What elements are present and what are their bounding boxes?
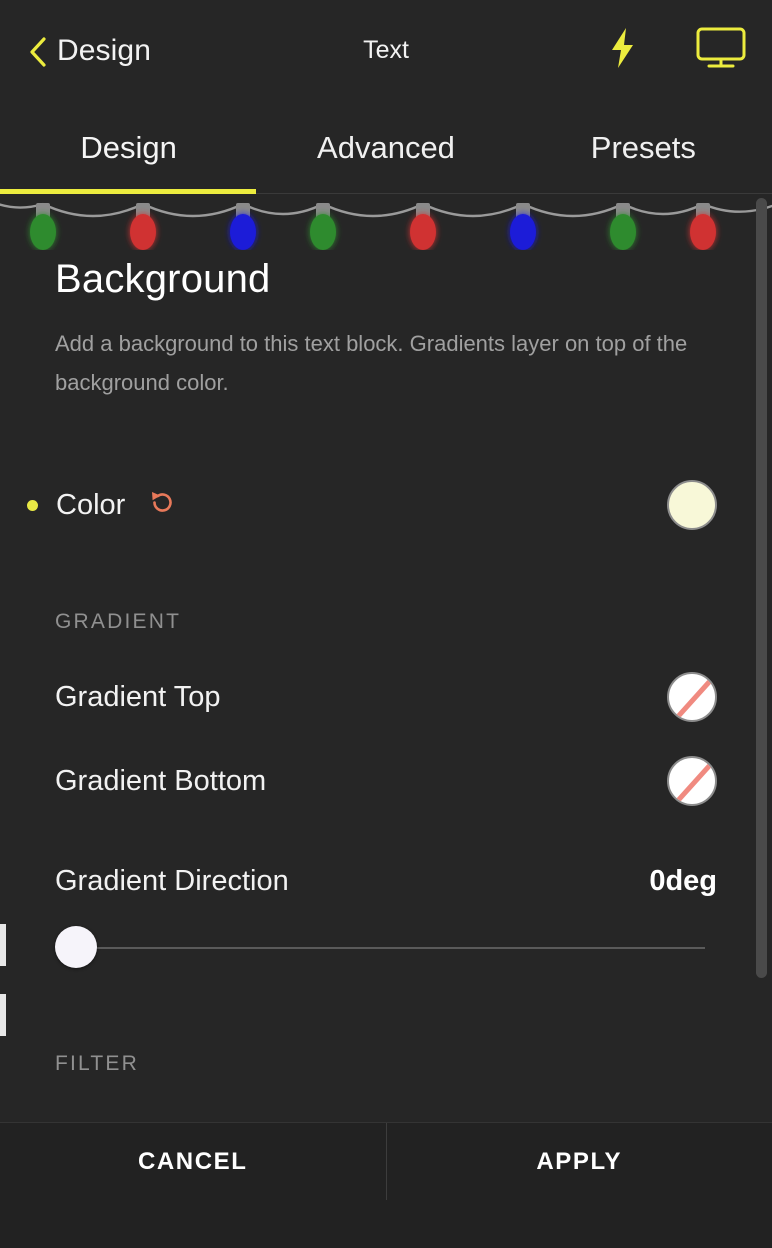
gradient-group-label: GRADIENT (55, 610, 182, 634)
color-row-label: Color (56, 488, 126, 521)
top-navigation-bar: Design Text (0, 0, 772, 101)
filter-group-label: FILTER (55, 1052, 139, 1076)
gradient-bottom-swatch[interactable] (667, 756, 717, 807)
slider-track (71, 947, 705, 950)
tab-design[interactable]: Design (0, 132, 257, 163)
apply-button[interactable]: APPLY (386, 1123, 772, 1200)
footer-action-bar: CANCEL APPLY (0, 1122, 772, 1200)
back-button-label: Design (57, 33, 151, 67)
gradient-top-row[interactable]: Gradient Top (55, 666, 717, 728)
gradient-bottom-label: Gradient Bottom (55, 764, 267, 797)
nav-actions (606, 26, 746, 75)
page-section-description: Add a background to this text block. Gra… (55, 331, 688, 396)
gradient-direction-value: 0deg (649, 864, 717, 897)
back-button[interactable]: Design (28, 34, 151, 68)
tab-presets[interactable]: Presets (515, 132, 772, 163)
lightning-bolt-icon[interactable] (606, 26, 640, 75)
slider-thumb[interactable] (55, 926, 97, 969)
edge-artifact-bottom (0, 994, 6, 1036)
modified-indicator-dot (27, 499, 38, 511)
tab-bar: Design Advanced Presets (0, 101, 772, 194)
app-screen: Design Text Design Advanced Presets Back… (0, 0, 772, 1248)
gradient-top-label: Gradient Top (55, 680, 221, 713)
gradient-top-swatch[interactable] (667, 672, 717, 723)
gradient-bottom-row[interactable]: Gradient Bottom (55, 750, 717, 812)
settings-scroll-area[interactable]: Background Add a background to this text… (0, 194, 772, 1122)
gradient-direction-slider[interactable] (55, 926, 717, 970)
reset-arrow-icon[interactable] (147, 488, 177, 523)
background-color-swatch[interactable] (667, 480, 717, 531)
gradient-direction-label: Gradient Direction (55, 864, 289, 897)
page-section-title: Background (55, 257, 271, 301)
monitor-display-icon[interactable] (696, 27, 746, 74)
gradient-top-left: Gradient Top (55, 681, 667, 714)
tab-advanced[interactable]: Advanced (257, 132, 514, 163)
chevron-left-icon (28, 36, 48, 67)
gradient-direction-left: Gradient Direction (55, 865, 649, 898)
settings-content: Background Add a background to this text… (0, 257, 772, 1122)
edge-artifact-top (0, 924, 6, 966)
gradient-direction-row: Gradient Direction 0deg (55, 850, 717, 912)
scrollbar-thumb[interactable] (756, 198, 767, 978)
filter-row[interactable]: Filter None (55, 1106, 717, 1122)
color-row[interactable]: Color (27, 474, 717, 536)
cancel-button[interactable]: CANCEL (0, 1123, 386, 1200)
footer-safe-area (0, 1200, 772, 1248)
color-row-left: Color (27, 488, 667, 523)
gradient-bottom-left: Gradient Bottom (55, 765, 667, 798)
